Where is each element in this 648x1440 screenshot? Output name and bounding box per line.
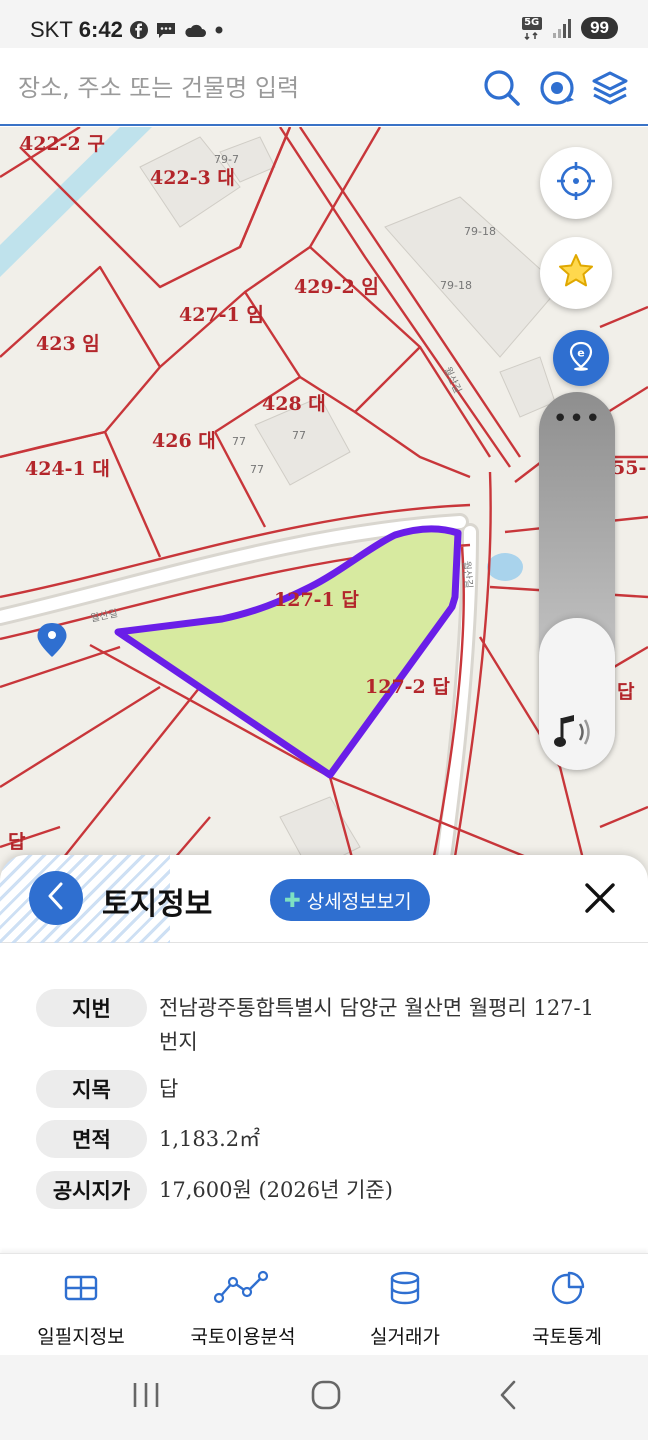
star-icon xyxy=(556,251,596,295)
home-button[interactable] xyxy=(296,1377,356,1417)
building-label: 77 xyxy=(250,463,264,476)
tab-parcel-info[interactable]: 일필지정보 xyxy=(0,1254,162,1356)
pie-chart-icon xyxy=(486,1270,648,1306)
signal-icon xyxy=(551,17,573,39)
land-info-sheet: 토지정보 ✚ 상세정보보기 지번 전남광주통합특별시 담양군 월산면 월평리 1… xyxy=(0,855,648,1255)
svg-text:e: e xyxy=(577,347,584,360)
facebook-icon xyxy=(129,20,149,40)
plus-icon: ✚ xyxy=(284,888,301,912)
parcel-label-429-2: 429-2 임 xyxy=(294,276,379,298)
info-key: 면적 xyxy=(36,1120,147,1158)
slider-knob[interactable] xyxy=(539,618,615,770)
sheet-title: 토지정보 xyxy=(102,887,213,922)
recent-apps-button[interactable] xyxy=(116,1377,176,1417)
parcel-label-127-2: 127-2 답 xyxy=(365,676,450,698)
search-input[interactable] xyxy=(18,68,458,108)
layers-icon[interactable] xyxy=(590,68,630,108)
detail-info-button[interactable]: ✚ 상세정보보기 xyxy=(270,879,430,921)
close-icon xyxy=(583,881,617,919)
parcel-label-dap-right: 답 xyxy=(617,681,635,703)
more-icon[interactable]: ••• xyxy=(539,406,615,432)
network-label: 5G xyxy=(524,17,540,28)
back-nav-button[interactable] xyxy=(478,1377,538,1417)
info-value: 답 xyxy=(159,1077,179,1101)
tab-real-transaction-price[interactable]: 실거래가 xyxy=(324,1254,486,1356)
parcel-label-127-1: 127-1 답 xyxy=(274,589,359,611)
info-value: 전남광주통합특별시 담양군 월산면 월평리 127-1 번지 xyxy=(159,996,594,1054)
line-graph-icon xyxy=(162,1270,324,1306)
parcel-label-423: 423 임 xyxy=(36,333,100,355)
building-label: 77 xyxy=(232,435,246,448)
parcel-label-422-2: 422-2 구 xyxy=(20,133,105,155)
grid-map-icon xyxy=(0,1270,162,1306)
battery-level: 99 xyxy=(581,17,618,39)
detail-info-label: 상세정보보기 xyxy=(306,890,412,913)
info-value: 17,600원 (2026년 기준) xyxy=(159,1178,393,1202)
parcel-label-55-1: 55-1 xyxy=(612,457,648,479)
search-bar xyxy=(0,48,648,126)
info-row-land-category: 지목 답 xyxy=(36,1070,609,1108)
search-icon[interactable] xyxy=(482,68,522,108)
location-pin-icon[interactable] xyxy=(36,621,68,659)
status-bar: SKT 6:42 5G 99 xyxy=(0,0,648,48)
e-pin-icon: e xyxy=(564,339,598,377)
back-button[interactable] xyxy=(29,871,83,925)
building-label: 79-18 xyxy=(440,279,472,292)
system-nav-bar xyxy=(0,1355,648,1440)
info-value: 1,183.2㎡ xyxy=(159,1127,261,1151)
sheet-header: 토지정보 ✚ 상세정보보기 xyxy=(0,855,648,943)
status-left: SKT 6:42 xyxy=(30,17,225,43)
gps-button[interactable] xyxy=(540,147,612,219)
info-row-area: 면적 1,183.2㎡ xyxy=(36,1120,609,1158)
building-label: 79-7 xyxy=(214,153,239,166)
building-label: 79-18 xyxy=(464,225,496,238)
parcel-label-427-1: 427-1 임 xyxy=(179,304,264,326)
tab-label: 국토이용분석 xyxy=(190,1326,296,1348)
parcel-label-422-3: 422-3 대 xyxy=(150,167,235,189)
recent-apps-icon xyxy=(130,1381,162,1413)
tab-land-use-analysis[interactable]: 국토이용분석 xyxy=(162,1254,324,1356)
parcel-label-428: 428 대 xyxy=(262,393,326,415)
info-row-lot-number: 지번 전남광주통합특별시 담양군 월산면 월평리 127-1 번지 xyxy=(36,989,609,1059)
info-key: 지목 xyxy=(36,1070,147,1108)
back-nav-icon xyxy=(496,1379,520,1415)
building-label: 77 xyxy=(292,429,306,442)
home-icon xyxy=(310,1379,342,1415)
info-row-official-price: 공시지가 17,600원 (2026년 기준) xyxy=(36,1171,609,1209)
network-5g-icon: 5G xyxy=(521,16,543,40)
info-key: 지번 xyxy=(36,989,147,1027)
parcel-label-426: 426 대 xyxy=(152,430,216,452)
target-location-icon[interactable] xyxy=(537,68,577,108)
favorite-button[interactable] xyxy=(540,237,612,309)
bottom-tab-bar: 일필지정보 국토이용분석 실거래가 국토통계 xyxy=(0,1253,648,1355)
database-icon xyxy=(324,1270,486,1306)
dot-icon xyxy=(213,24,225,36)
carrier-label: SKT xyxy=(30,17,73,42)
parcel-label-dap-left: 답 xyxy=(8,831,26,853)
e-pin-button[interactable]: e xyxy=(553,330,609,386)
chat-bubble-icon xyxy=(155,20,177,40)
close-button[interactable] xyxy=(580,880,620,920)
gps-icon xyxy=(554,159,598,207)
tab-label: 일필지정보 xyxy=(37,1326,125,1348)
road-label: 월산길 xyxy=(460,560,474,589)
tab-label: 실거래가 xyxy=(370,1326,440,1348)
status-right: 5G 99 xyxy=(521,16,618,40)
clock-time: 6:42 xyxy=(78,17,123,42)
info-key: 공시지가 xyxy=(36,1171,147,1209)
chevron-left-icon xyxy=(45,881,67,915)
sound-icon[interactable] xyxy=(554,712,598,756)
tab-national-statistics[interactable]: 국토통계 xyxy=(486,1254,648,1356)
cloud-icon xyxy=(183,21,207,39)
map-view[interactable]: 422-2 구 422-3 대 429-2 임 427-1 임 423 임 42… xyxy=(0,127,648,887)
tab-label: 국토통계 xyxy=(532,1326,602,1348)
parcel-label-424-1: 424-1 대 xyxy=(25,458,110,480)
